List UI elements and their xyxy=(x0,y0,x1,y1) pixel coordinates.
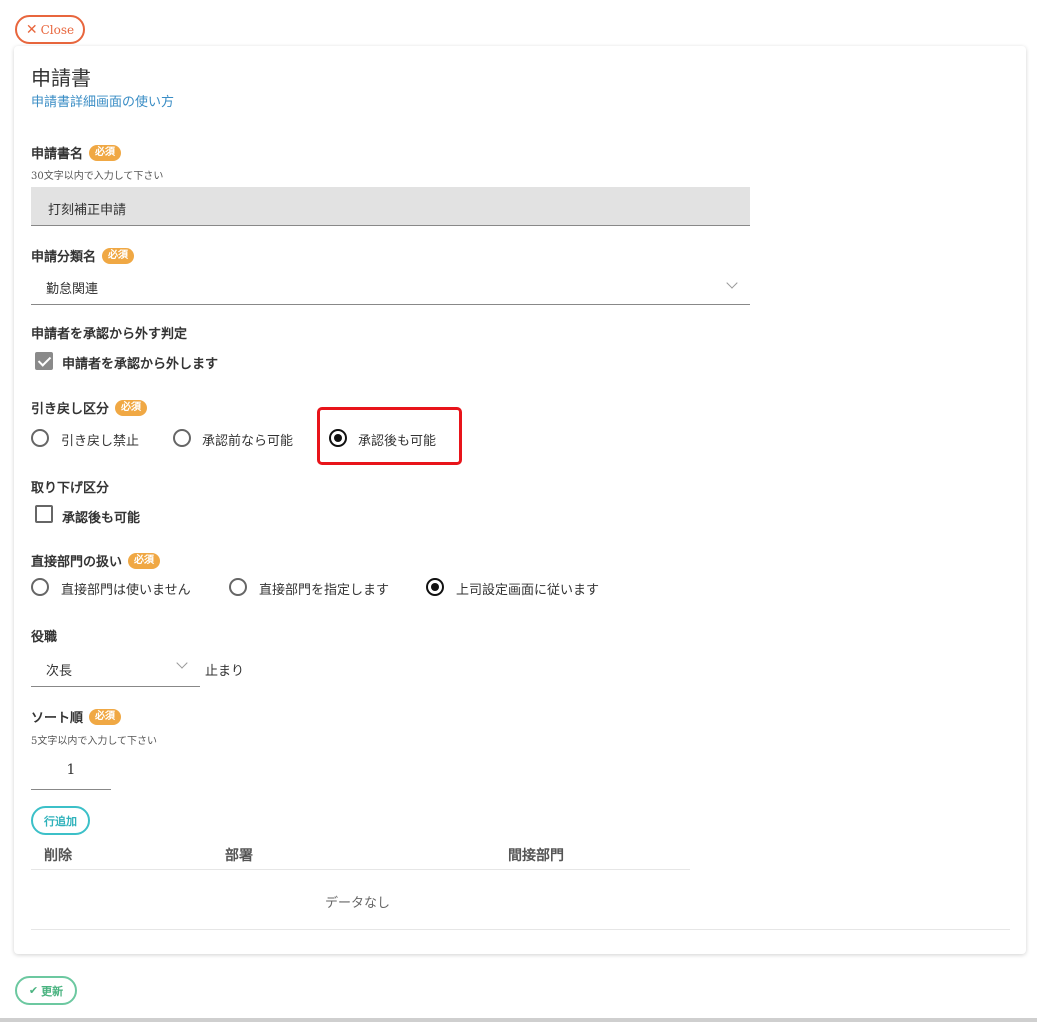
sort-order-label-text: ソート順 xyxy=(31,711,84,726)
page-title: 申請書 xyxy=(31,66,91,90)
chevron-down-icon xyxy=(726,277,738,289)
required-badge: 必須 xyxy=(128,552,161,569)
direct-dept-radio-specify[interactable] xyxy=(229,578,247,596)
retract-checkbox[interactable] xyxy=(35,505,53,523)
required-badge: 必須 xyxy=(89,708,122,725)
withdraw-option-forbidden: 引き戻し禁止 xyxy=(61,434,140,449)
form-name-label: 申請書名 必須 xyxy=(31,143,122,162)
table-header-divider xyxy=(31,869,690,870)
table-empty-text: データなし xyxy=(325,896,391,911)
close-label: Close xyxy=(40,22,75,37)
exclude-applicant-label: 申請者を承認から外す判定 xyxy=(31,327,188,342)
bottom-scroll-bar xyxy=(0,1018,1037,1022)
withdraw-radio-forbidden[interactable] xyxy=(31,429,49,447)
position-suffix: 止まり xyxy=(205,664,245,679)
form-name-hint: 30文字以内で入力して下さい xyxy=(31,171,164,182)
table-header-department: 部署 xyxy=(225,848,253,864)
required-badge: 必須 xyxy=(115,399,148,416)
direct-dept-label-text: 直接部門の扱い xyxy=(31,555,123,570)
form-name-input[interactable]: 打刻補正申請 xyxy=(31,187,750,226)
category-label: 申請分類名 必須 xyxy=(31,246,135,265)
exclude-applicant-checkbox-label: 申請者を承認から外します xyxy=(62,357,219,372)
check-icon: ✔ xyxy=(28,984,39,997)
position-select[interactable]: 次長 xyxy=(31,649,200,687)
exclude-applicant-checkbox[interactable] xyxy=(35,352,53,370)
direct-dept-label: 直接部門の扱い 必須 xyxy=(31,551,161,570)
sort-order-hint: 5文字以内で入力して下さい xyxy=(31,736,158,747)
direct-dept-option-specify: 直接部門を指定します xyxy=(259,583,390,598)
withdraw-radio-before-approval[interactable] xyxy=(173,429,191,447)
update-button[interactable]: ✔ 更新 xyxy=(15,976,77,1005)
highlight-box xyxy=(317,407,462,465)
required-badge: 必須 xyxy=(89,144,122,161)
position-value: 次長 xyxy=(46,664,73,679)
table-bottom-divider xyxy=(31,929,1010,930)
withdraw-label-text: 引き戻し区分 xyxy=(31,402,110,417)
add-row-button[interactable]: 行追加 xyxy=(31,806,90,835)
direct-dept-radio-none[interactable] xyxy=(31,578,49,596)
update-label: 更新 xyxy=(41,984,64,998)
close-button[interactable]: ✕ Close xyxy=(15,15,85,44)
chevron-down-icon xyxy=(176,657,188,669)
form-name-label-text: 申請書名 xyxy=(31,147,84,162)
direct-dept-radio-supervisor[interactable] xyxy=(426,578,444,596)
sort-order-input[interactable]: 1 xyxy=(31,757,111,790)
direct-dept-option-supervisor: 上司設定画面に従います xyxy=(456,583,600,598)
category-value: 勤怠関連 xyxy=(46,282,99,297)
category-select[interactable]: 勤怠関連 xyxy=(31,267,750,305)
withdraw-option-before-approval: 承認前なら可能 xyxy=(202,434,294,449)
table-header-indirect-dept: 間接部門 xyxy=(508,848,564,864)
close-icon: ✕ xyxy=(25,21,38,38)
position-label: 役職 xyxy=(31,630,58,645)
retract-label: 取り下げ区分 xyxy=(31,481,110,496)
withdraw-label: 引き戻し区分 必須 xyxy=(31,398,148,417)
help-link[interactable]: 申請書詳細画面の使い方 xyxy=(31,91,174,110)
category-label-text: 申請分類名 xyxy=(31,250,97,265)
table-header-delete: 削除 xyxy=(44,848,72,864)
direct-dept-option-none: 直接部門は使いません xyxy=(61,583,191,598)
retract-checkbox-label: 承認後も可能 xyxy=(62,511,141,526)
form-card xyxy=(14,46,1026,954)
required-badge: 必須 xyxy=(102,247,135,264)
sort-order-label: ソート順 必須 xyxy=(31,707,122,726)
